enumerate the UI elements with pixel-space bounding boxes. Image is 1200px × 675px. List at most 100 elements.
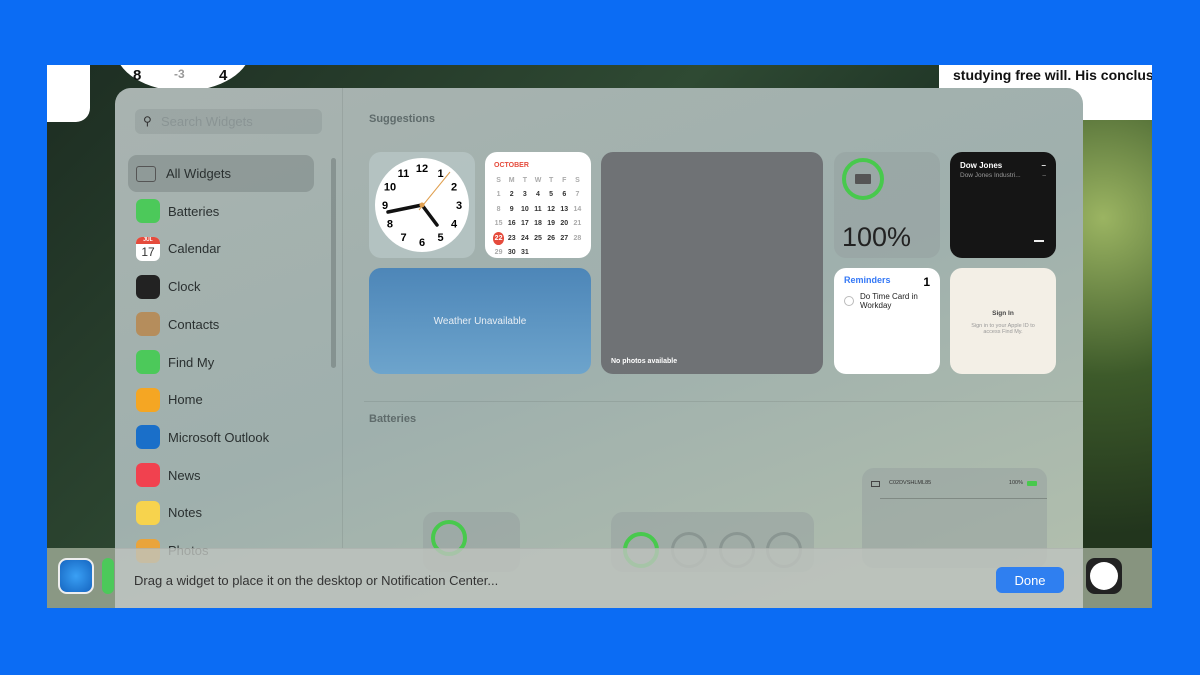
reminder-item: Do Time Card in Workday [860, 292, 918, 310]
clock-number: 8 [387, 219, 393, 231]
calendar-day: 30 [507, 249, 516, 257]
stock-price-dash [1034, 240, 1044, 242]
stock-subtitle: Dow Jones Industri... [960, 172, 1021, 179]
calendar-day: 3 [522, 191, 527, 199]
sidebar-item-label: Microsoft Outlook [168, 429, 270, 445]
widget-sidebar: ⚲ Search Widgets All Widgets Batteries JUL 1… [115, 88, 343, 563]
search-input[interactable]: ⚲ Search Widgets [135, 109, 322, 134]
footer-bar: Drag a widget to place it on the desktop… [115, 548, 1083, 608]
calendar-day: 28 [573, 234, 582, 242]
battery-icon [136, 199, 160, 224]
calendar-day: 11 [534, 205, 542, 213]
calendar-day: 26 [547, 234, 556, 242]
sidebar-item-home[interactable]: Home [128, 381, 314, 418]
reminders-count: 1 [923, 275, 930, 289]
weather-widget[interactable]: Weather Unavailable [369, 268, 591, 374]
section-title-batteries: Batteries [369, 413, 417, 425]
clock-number: 1 [437, 168, 443, 180]
sidebar-item-label: Home [168, 392, 203, 408]
sidebar-item-label: Clock [168, 279, 201, 295]
calendar-icon-date: 17 [141, 244, 155, 259]
widgets-icon [136, 165, 156, 182]
widget-gallery: ⚲ Search Widgets All Widgets Batteries JUL 1… [115, 88, 1083, 608]
calendar-day [572, 247, 583, 259]
sidebar-item-label: All Widgets [166, 166, 232, 181]
weather-unavailable-text: Weather Unavailable [433, 316, 527, 327]
stock-change: – [1042, 172, 1046, 179]
calendar-day: 14 [573, 205, 582, 213]
clock-number: 6 [419, 237, 425, 249]
wallpaper-trees [1082, 120, 1152, 608]
done-button[interactable]: Done [996, 567, 1064, 593]
search-placeholder: Search Widgets [161, 114, 253, 129]
sidebar-item-label: Find My [168, 354, 215, 370]
calendar-day [532, 247, 543, 259]
sidebar-scrollbar[interactable] [331, 158, 336, 368]
calendar-day: 24 [520, 234, 529, 242]
news-icon [136, 463, 160, 488]
calendar-day: 20 [560, 220, 569, 228]
sidebar-item-microsoft-outlook[interactable]: Microsoft Outlook [128, 419, 314, 456]
calendar-day: 6 [562, 191, 567, 199]
laptop-icon [855, 174, 871, 184]
notes-icon [136, 500, 160, 525]
calendar-day: 21 [573, 220, 582, 228]
clock-number: -3 [174, 67, 185, 81]
calendar-day: 9 [509, 205, 514, 213]
reminders-widget[interactable]: Reminders 1 Do Time Card in Workday [834, 268, 940, 374]
clock-number: 7 [400, 232, 406, 244]
calendar-day: 8 [496, 205, 501, 213]
photos-widget[interactable]: No photos available [601, 152, 823, 374]
calendar-month: OCTOBER [494, 162, 529, 169]
safari-icon[interactable] [58, 558, 94, 594]
find-my-widget[interactable]: Sign In Sign in to your Apple ID to acce… [950, 268, 1056, 374]
clock-icon [136, 274, 160, 299]
weekday-label: T [522, 176, 527, 184]
battery-level-icon [1027, 481, 1037, 486]
calendar-day: 5 [549, 191, 554, 199]
calendar-day: 27 [560, 234, 569, 242]
stock-title: Dow Jones [960, 161, 1003, 170]
calendar-day: 29 [494, 249, 503, 257]
sidebar-item-notes[interactable]: Notes [128, 494, 314, 531]
messages-icon[interactable] [102, 558, 114, 594]
reminder-checkbox[interactable] [844, 296, 854, 306]
sidebar-item-clock[interactable]: Clock [128, 268, 314, 305]
sidebar-item-calendar[interactable]: JUL 17 Calendar [128, 230, 314, 267]
battery-percent: 100% [842, 222, 912, 252]
calendar-day: 1 [496, 191, 501, 199]
drag-hint: Drag a widget to place it on the desktop… [134, 573, 499, 588]
clock-widget[interactable]: 11 10 9 8 7 6 5 4 3 2 1 12 [369, 152, 475, 258]
calendar-icon-month: JUL [136, 236, 160, 244]
find-my-sign-in-title: Sign In [992, 310, 1014, 317]
clock-number: 4 [219, 67, 228, 84]
calendar-day: 19 [547, 220, 556, 228]
search-icon: ⚲ [143, 114, 152, 128]
sidebar-item-label: News [168, 467, 201, 483]
clock-dock-icon[interactable] [1086, 558, 1122, 594]
sidebar-item-find-my[interactable]: Find My [128, 344, 314, 381]
sidebar-item-contacts[interactable]: Contacts [128, 306, 314, 343]
calendar-day: 31 [520, 249, 529, 257]
weekday-label: T [548, 176, 554, 184]
sidebar-item-label: Calendar [168, 241, 221, 257]
find-my-icon [136, 350, 160, 374]
stock-value: – [1041, 161, 1046, 170]
weekday-label: M [508, 176, 515, 184]
weekday-label: S [575, 176, 580, 184]
calendar-day: 13 [560, 205, 569, 213]
calendar-widget[interactable]: OCTOBER S M T W T F S 1 2 3 4 5 6 7 8 9 10 11 12 13 14 15 16 17… [485, 152, 591, 258]
sidebar-item-batteries[interactable]: Batteries [128, 193, 314, 230]
sidebar-item-label: Notes [168, 505, 202, 521]
sidebar-item-all-widgets[interactable]: All Widgets [128, 155, 314, 192]
article-text: studying free will. His conclusio [953, 67, 1152, 83]
calendar-day: 4 [536, 191, 540, 199]
calendar-day [559, 247, 570, 259]
stocks-widget[interactable]: Dow Jones – Dow Jones Industri... – [950, 152, 1056, 258]
battery-device-percent: 100% [1008, 480, 1023, 486]
sidebar-item-news[interactable]: News [128, 457, 314, 494]
sidebar-item-label: Contacts [168, 316, 220, 332]
divider [880, 498, 1047, 499]
battery-widget[interactable]: 100% [834, 152, 940, 258]
calendar-day: 2 [509, 191, 514, 199]
